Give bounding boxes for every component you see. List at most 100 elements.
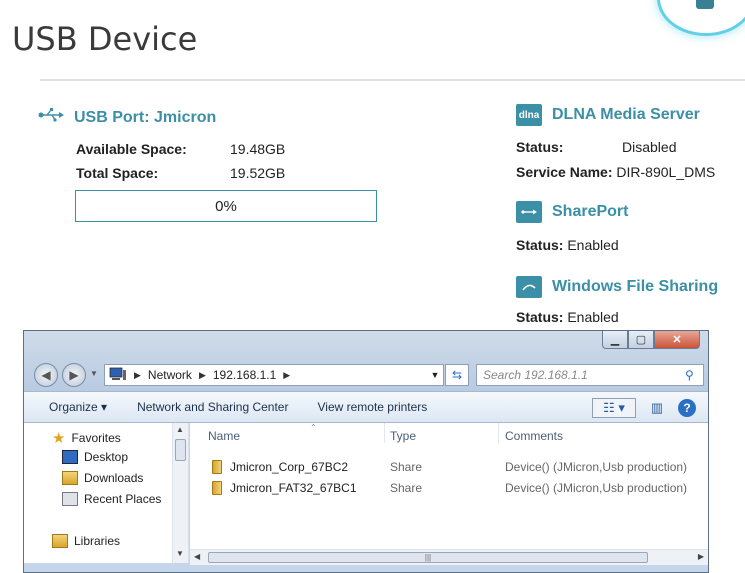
navigation-pane: ★ Favorites Desktop Downloads Recent Plac…: [24, 423, 189, 563]
share-icon: [212, 460, 222, 474]
nav-desktop[interactable]: Desktop: [62, 450, 128, 464]
view-options-icon[interactable]: ☷ ▾: [592, 398, 636, 418]
usage-progress-text: 0%: [215, 197, 237, 215]
wfs-status-row: Status: Enabled: [516, 309, 619, 325]
nav-favorites[interactable]: ★ Favorites: [52, 429, 121, 447]
scroll-right-icon[interactable]: ▶: [698, 552, 704, 561]
available-space-row: Available Space: 19.48GB: [76, 141, 285, 157]
scroll-left-icon[interactable]: ◀: [194, 552, 200, 561]
network-icon: [109, 367, 127, 384]
scroll-down-icon[interactable]: ▼: [176, 549, 184, 558]
row-type: Share: [390, 481, 423, 495]
help-icon[interactable]: ?: [678, 399, 696, 417]
row-name: Jmicron_FAT32_67BC1: [230, 481, 357, 495]
preview-pane-icon[interactable]: ▥: [646, 398, 668, 418]
nav-desktop-label: Desktop: [84, 450, 129, 464]
row-comment: Device() (JMicron,Usb production): [505, 460, 688, 474]
nav-recent-label: Recent Places: [84, 492, 162, 506]
scroll-up-icon[interactable]: ▲: [176, 425, 184, 434]
view-remote-printers-button[interactable]: View remote printers: [317, 400, 427, 414]
dlna-header: dlna DLNA Media Server: [516, 104, 700, 126]
title-divider: [40, 79, 745, 81]
nav-downloads[interactable]: Downloads: [62, 471, 143, 485]
wfs-title: Windows File Sharing: [552, 278, 719, 295]
wfs-header: Windows File Sharing: [516, 276, 718, 298]
dlna-service-row: Service Name: DIR-890L_DMS: [516, 164, 715, 180]
total-space-value: 19.52GB: [230, 165, 286, 181]
file-sharing-folder-icon: [516, 276, 542, 298]
close-button[interactable]: ✕: [654, 331, 700, 349]
address-segment-host[interactable]: 192.168.1.1: [213, 368, 276, 382]
column-header-name[interactable]: Name: [208, 429, 240, 443]
address-dropdown-icon[interactable]: ▼: [427, 370, 443, 380]
horizontal-scroll-thumb[interactable]: |||: [208, 552, 648, 563]
usb-port-header: USB Port: Jmicron: [38, 108, 216, 127]
dlna-service-value: DIR-890L_DMS: [616, 164, 716, 180]
column-divider[interactable]: [384, 423, 385, 443]
explorer-toolbar: Organize ▾ Network and Sharing Center Vi…: [24, 391, 708, 423]
total-space-label: Total Space:: [76, 165, 159, 181]
dlna-status-label: Status:: [516, 139, 564, 155]
horizontal-scrollbar[interactable]: ◀ ||| ▶: [190, 549, 708, 565]
wfs-status-label: Status:: [516, 309, 564, 325]
organize-menu[interactable]: Organize ▾: [49, 400, 107, 414]
address-separator-icon[interactable]: ▶: [283, 370, 290, 381]
network-sharing-center-button[interactable]: Network and Sharing Center: [137, 400, 288, 414]
shareport-title: SharePort: [552, 203, 629, 220]
dlna-status-row: Status: Disabled: [516, 139, 676, 155]
wfs-status-value: Enabled: [567, 309, 619, 325]
nav-libraries[interactable]: Libraries: [52, 534, 120, 548]
libraries-icon: [52, 534, 68, 548]
row-name: Jmicron_Corp_67BC2: [230, 460, 349, 474]
column-header-type[interactable]: Type: [390, 429, 416, 443]
forward-button[interactable]: ▶: [62, 363, 86, 387]
shareport-status-label: Status:: [516, 237, 564, 253]
search-icon[interactable]: ⚲: [685, 368, 703, 382]
nav-scrollbar[interactable]: ▲ ▼: [172, 423, 188, 563]
corner-badge[interactable]: [657, 0, 745, 36]
maximize-button[interactable]: ▢: [628, 331, 654, 349]
available-space-label: Available Space:: [76, 141, 187, 157]
page-title: USB Device: [12, 20, 198, 58]
shareport-folder-icon: [516, 201, 542, 223]
shareport-status-row: Status: Enabled: [516, 237, 619, 253]
refresh-button[interactable]: ⇆: [445, 364, 469, 386]
recent-pages-chevron-icon[interactable]: ▼: [90, 369, 98, 378]
usb-port-label: USB Port: Jmicron: [74, 108, 217, 126]
nav-libraries-label: Libraries: [74, 534, 121, 548]
recent-places-icon: [62, 492, 78, 506]
address-separator-icon[interactable]: ▶: [199, 370, 206, 381]
shareport-header: SharePort: [516, 201, 628, 223]
dlna-service-label: Service Name:: [516, 164, 613, 180]
back-button[interactable]: ◀: [34, 363, 58, 387]
address-bar[interactable]: ▶ Network ▶ 192.168.1.1 ▶ ▼: [104, 364, 444, 386]
address-segment-network[interactable]: Network: [148, 368, 192, 382]
search-placeholder: Search 192.168.1.1: [483, 368, 588, 382]
dlna-title: DLNA Media Server: [552, 106, 700, 123]
minimize-button[interactable]: ▁: [602, 331, 628, 349]
available-space-value: 19.48GB: [230, 141, 286, 157]
nav-downloads-label: Downloads: [84, 471, 144, 485]
row-comment: Device() (JMicron,Usb production): [505, 481, 688, 495]
usage-progress-bar: 0%: [75, 190, 377, 222]
usb-icon: [38, 108, 64, 127]
column-header-comments[interactable]: Comments: [505, 429, 563, 443]
nav-favorites-label: Favorites: [71, 431, 121, 445]
search-input[interactable]: Search 192.168.1.1 ⚲: [476, 364, 704, 386]
nav-scroll-thumb[interactable]: [175, 439, 186, 461]
desktop-icon: [62, 450, 78, 464]
badge-icon: [696, 0, 714, 9]
address-separator-icon[interactable]: ▶: [134, 370, 141, 381]
dlna-status-value: Disabled: [622, 139, 677, 155]
dlna-icon: dlna: [516, 104, 542, 126]
column-divider[interactable]: [498, 423, 499, 443]
window-controls: ▁ ▢ ✕: [602, 331, 700, 349]
sort-arrow-icon: ⌃: [310, 423, 317, 432]
total-space-row: Total Space: 19.52GB: [76, 165, 285, 181]
table-row[interactable]: Jmicron_FAT32_67BC1 Share Device() (JMic…: [190, 478, 708, 498]
table-row[interactable]: Jmicron_Corp_67BC2 Share Device() (JMicr…: [190, 457, 708, 477]
shareport-status-value: Enabled: [567, 237, 619, 253]
toolbar-right: ☷ ▾ ▥ ?: [592, 398, 696, 418]
downloads-folder-icon: [62, 471, 78, 485]
nav-recent-places[interactable]: Recent Places: [62, 492, 161, 506]
